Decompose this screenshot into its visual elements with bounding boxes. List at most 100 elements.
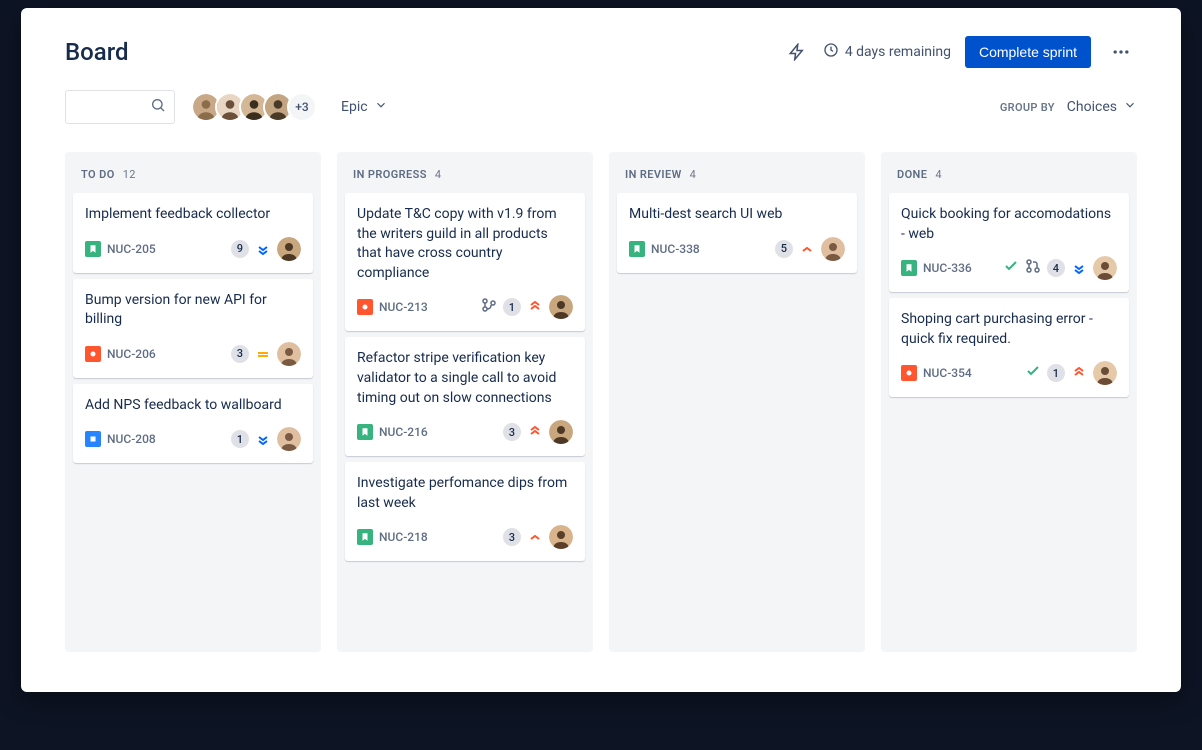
issue-card[interactable]: Add NPS feedback to wallboard NUC-2081 bbox=[73, 384, 313, 464]
assignee-filter[interactable]: +3 bbox=[191, 92, 317, 122]
card-title: Quick booking for accomodations - web bbox=[901, 205, 1117, 244]
card-key-wrap: NUC-205 bbox=[85, 241, 156, 257]
story-points-badge: 3 bbox=[503, 528, 521, 546]
priority-medium-icon bbox=[255, 346, 271, 362]
card-meta: 1 bbox=[481, 295, 573, 319]
card-key-wrap: NUC-354 bbox=[901, 365, 972, 381]
done-check-icon bbox=[1003, 258, 1019, 278]
issue-card[interactable]: Quick booking for accomodations - web NUC… bbox=[889, 193, 1129, 292]
story-points-badge: 4 bbox=[1047, 259, 1065, 277]
column-header: TO DO 12 bbox=[73, 164, 313, 193]
card-footer: NUC-2081 bbox=[85, 427, 301, 451]
board-toolbar: +3 Epic GROUP BY Choices bbox=[65, 90, 1137, 124]
card-title: Implement feedback collector bbox=[85, 205, 301, 225]
board-columns: TO DO 12 Implement feedback collector NUC… bbox=[65, 152, 1137, 652]
column-count: 4 bbox=[435, 168, 442, 181]
column-name: DONE bbox=[897, 168, 927, 181]
issue-card[interactable]: Update T&C copy with v1.9 from the write… bbox=[345, 193, 585, 331]
assignee-avatar[interactable] bbox=[549, 420, 573, 444]
issue-card[interactable]: Multi-dest search UI webNUC-3385 bbox=[617, 193, 857, 273]
card-meta: 5 bbox=[775, 237, 845, 261]
epic-label: Epic bbox=[341, 99, 368, 115]
card-title: Add NPS feedback to wallboard bbox=[85, 396, 301, 416]
card-footer: NUC-354 1 bbox=[901, 361, 1117, 385]
issue-key: NUC-205 bbox=[107, 242, 156, 256]
issue-card[interactable]: Investigate perfomance dips from last we… bbox=[345, 462, 585, 561]
epic-filter[interactable]: Epic bbox=[333, 92, 396, 122]
priority-low-icon bbox=[1071, 260, 1087, 276]
issue-key: NUC-336 bbox=[923, 261, 972, 275]
group-by-select[interactable]: Choices bbox=[1067, 98, 1137, 116]
assignee-avatar[interactable] bbox=[821, 237, 845, 261]
assignee-avatar[interactable] bbox=[277, 237, 301, 261]
board-app: Board 4 days remaining Complete sprint bbox=[21, 8, 1181, 692]
priority-high-icon bbox=[527, 529, 543, 545]
story-points-badge: 5 bbox=[775, 240, 793, 258]
story-points-badge: 1 bbox=[1047, 364, 1065, 382]
board-header: Board 4 days remaining Complete sprint bbox=[65, 36, 1137, 68]
issue-card[interactable]: Shoping cart purchasing error - quick fi… bbox=[889, 298, 1129, 397]
card-meta: 9 bbox=[231, 237, 301, 261]
column-inprogress: IN PROGRESS 4 Update T&C copy with v1.9 … bbox=[337, 152, 593, 652]
branch-icon bbox=[481, 297, 497, 317]
column-count: 4 bbox=[690, 168, 697, 181]
story-points-badge: 3 bbox=[503, 423, 521, 441]
complete-sprint-button[interactable]: Complete sprint bbox=[965, 36, 1091, 68]
bolt-icon[interactable] bbox=[785, 40, 809, 64]
issue-key: NUC-213 bbox=[379, 300, 428, 314]
choices-label: Choices bbox=[1067, 99, 1117, 115]
assignee-avatar[interactable] bbox=[277, 342, 301, 366]
priority-high-icon bbox=[799, 241, 815, 257]
issue-card[interactable]: Refactor stripe verification key validat… bbox=[345, 337, 585, 456]
chevron-down-icon bbox=[374, 98, 388, 116]
card-footer: NUC-3385 bbox=[629, 237, 845, 261]
story-type-icon bbox=[629, 241, 645, 257]
priority-low-icon bbox=[255, 241, 271, 257]
assignee-avatar[interactable] bbox=[1093, 361, 1117, 385]
assignee-avatar[interactable] bbox=[549, 525, 573, 549]
task-type-icon bbox=[85, 431, 101, 447]
issue-card[interactable]: Bump version for new API for billingNUC-… bbox=[73, 279, 313, 378]
column-name: IN PROGRESS bbox=[353, 168, 427, 181]
card-footer: NUC-2183 bbox=[357, 525, 573, 549]
card-footer: NUC-206 3 bbox=[85, 342, 301, 366]
story-type-icon bbox=[357, 529, 373, 545]
issue-key: NUC-208 bbox=[107, 432, 156, 446]
column-header: IN PROGRESS 4 bbox=[345, 164, 585, 193]
priority-highest-icon bbox=[1071, 365, 1087, 381]
more-actions-button[interactable] bbox=[1105, 36, 1137, 68]
card-key-wrap: NUC-208 bbox=[85, 431, 156, 447]
priority-highest-icon bbox=[527, 299, 543, 315]
search-icon bbox=[150, 97, 166, 117]
card-title: Update T&C copy with v1.9 from the write… bbox=[357, 205, 573, 283]
bug-type-icon bbox=[901, 365, 917, 381]
card-title: Refactor stripe verification key validat… bbox=[357, 349, 573, 408]
issue-key: NUC-206 bbox=[107, 347, 156, 361]
search-input[interactable] bbox=[65, 90, 175, 124]
search-field[interactable] bbox=[80, 99, 150, 115]
assignee-avatar[interactable] bbox=[549, 295, 573, 319]
column-name: TO DO bbox=[81, 168, 115, 181]
group-by-label: GROUP BY bbox=[1000, 101, 1055, 114]
card-footer: NUC-336 4 bbox=[901, 256, 1117, 280]
card-key-wrap: NUC-213 bbox=[357, 299, 428, 315]
card-meta: 3 bbox=[503, 420, 573, 444]
issue-card[interactable]: Implement feedback collector NUC-205 9 bbox=[73, 193, 313, 273]
issue-key: NUC-354 bbox=[923, 366, 972, 380]
priority-low-icon bbox=[255, 431, 271, 447]
column-done: DONE 4 Quick booking for accomodations -… bbox=[881, 152, 1137, 652]
assignee-avatar[interactable] bbox=[277, 427, 301, 451]
story-points-badge: 9 bbox=[231, 240, 249, 258]
column-count: 12 bbox=[123, 168, 136, 181]
assignee-avatar[interactable] bbox=[1093, 256, 1117, 280]
card-title: Investigate perfomance dips from last we… bbox=[357, 474, 573, 513]
time-remaining: 4 days remaining bbox=[823, 42, 951, 62]
avatar-more[interactable]: +3 bbox=[287, 92, 317, 122]
clock-icon bbox=[823, 42, 839, 62]
card-key-wrap: NUC-216 bbox=[357, 424, 428, 440]
chevron-down-icon bbox=[1123, 98, 1137, 116]
story-points-badge: 3 bbox=[231, 345, 249, 363]
pull-request-icon bbox=[1025, 258, 1041, 278]
column-header: IN REVIEW 4 bbox=[617, 164, 857, 193]
card-key-wrap: NUC-336 bbox=[901, 260, 972, 276]
